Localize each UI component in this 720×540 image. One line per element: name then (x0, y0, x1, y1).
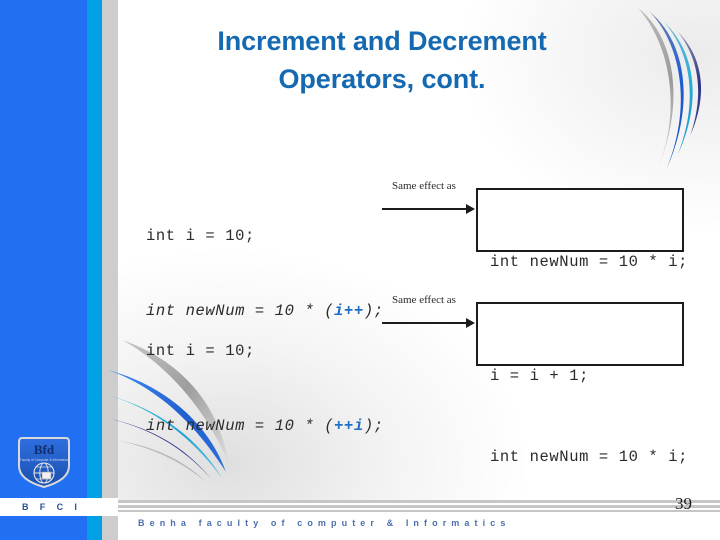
code-suffix: ); (363, 417, 384, 435)
result-line-prefix-2: int newNum = 10 * i; (490, 448, 689, 466)
code-line-prefix-2: int newNum = 10 * (++i); (146, 414, 384, 439)
result-line-prefix-1: i = i + 1; (490, 367, 590, 385)
slide-title-line-2: Operators, cont. (278, 64, 486, 95)
slide-title: Increment and Decrement Operators, cont. (132, 22, 632, 99)
divider-line-2 (118, 508, 720, 510)
result-box-postfix: int newNum = 10 * i; i = i + 1; (476, 188, 687, 352)
code-prefix: int newNum = 10 * ( (146, 417, 335, 435)
slide-title-line-1: Increment and Decrement (217, 26, 547, 56)
code-line-postfix-1: int i = 10; (146, 227, 255, 245)
same-effect-label-postfix: Same effect as (392, 180, 456, 192)
footer-divider-band (118, 500, 720, 512)
arrow-shaft-prefix (382, 322, 468, 324)
institution-logo: Bfd Faculty of Computer & Informatics (14, 432, 74, 490)
arrow-shaft-postfix (382, 208, 468, 210)
arrow-head-prefix (466, 318, 475, 328)
logo-abbreviation-text: B F C I (22, 502, 82, 512)
svg-text:Faculty of Computer & Informat: Faculty of Computer & Informatics (20, 458, 69, 462)
code-highlight-operator: ++i (334, 417, 364, 435)
result-box-prefix: i = i + 1; int newNum = 10 * i; (476, 302, 687, 466)
slide-canvas: Increment and Decrement Operators, cont.… (0, 0, 720, 540)
result-line-postfix-1: int newNum = 10 * i; (490, 253, 689, 271)
footer-institution-text: Benha faculty of computer & Informatics (138, 518, 511, 528)
same-effect-label-prefix: Same effect as (392, 294, 456, 306)
code-snippet-prefix: int i = 10; int newNum = 10 * (++i); (146, 289, 384, 489)
arrow-head-postfix (466, 204, 475, 214)
code-line-prefix-1: int i = 10; (146, 342, 255, 360)
svg-text:Bfd: Bfd (34, 442, 55, 457)
page-number: 39 (675, 494, 692, 513)
divider-line-1 (118, 503, 720, 505)
